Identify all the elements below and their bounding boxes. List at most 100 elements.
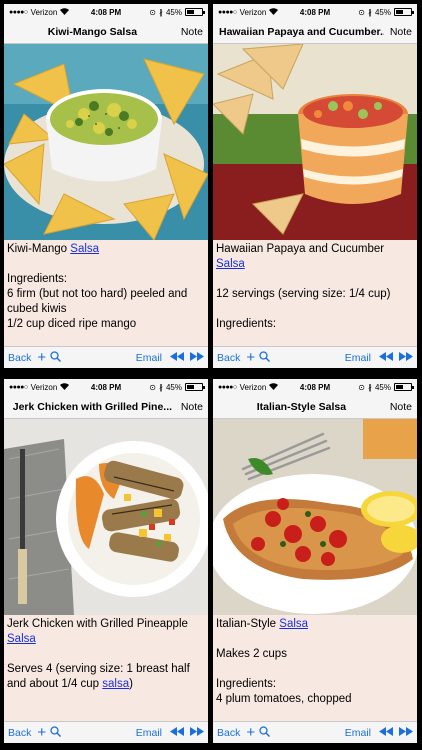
ingredient-line: 6 firm (but not too hard) peeled and cub… bbox=[7, 288, 188, 315]
page-title: Italian-Style Salsa bbox=[256, 400, 347, 413]
recipe-photo bbox=[4, 419, 208, 615]
page-title: Hawaiian Papaya and Cucumber... bbox=[219, 25, 384, 38]
next-icon[interactable] bbox=[399, 351, 413, 364]
recipe-screen-kiwi-mango: ●●●●○ Verizon 4:08 PM ⊙ ∦ 45% Kiwi-Mango… bbox=[4, 4, 208, 368]
status-bar: ●●●●○ Verizon 4:08 PM ⊙ ∦ 45% bbox=[4, 379, 208, 395]
navigation-bar: Kiwi-Mango Salsa Note bbox=[4, 20, 208, 44]
email-button[interactable]: Email bbox=[136, 352, 162, 364]
battery-percent: 45% bbox=[165, 382, 182, 392]
signal-icon: ●●●●○ bbox=[218, 383, 237, 391]
carrier-label: Verizon bbox=[30, 382, 58, 392]
lock-rotation-icon: ⊙ bbox=[358, 382, 365, 392]
salsa-link[interactable]: Salsa bbox=[70, 243, 99, 255]
note-button[interactable]: Note bbox=[390, 26, 412, 38]
servings-line: 12 servings (serving size: 1/4 cup) bbox=[216, 288, 391, 300]
battery-icon bbox=[185, 8, 205, 16]
back-button[interactable]: Back bbox=[8, 352, 31, 364]
ingredient-line: 1/2 cup diced ripe mango bbox=[7, 318, 137, 330]
page-title: Jerk Chicken with Grilled Pine... bbox=[12, 400, 173, 413]
page-title: Kiwi-Mango Salsa bbox=[47, 25, 138, 38]
servings-line: Serves 4 (serving size: 1 breast half an… bbox=[7, 663, 190, 690]
signal-icon: ●●●●○ bbox=[9, 8, 28, 16]
bottom-toolbar: Back + Email bbox=[213, 721, 417, 743]
wifi-icon bbox=[60, 7, 70, 17]
lock-rotation-icon: ⊙ bbox=[149, 382, 156, 392]
ingredients-label: Ingredients: bbox=[216, 678, 277, 690]
wifi-icon bbox=[269, 7, 279, 17]
search-icon[interactable] bbox=[50, 350, 62, 365]
wifi-icon bbox=[269, 382, 279, 392]
status-bar: ●●●●○ Verizon 4:08 PM ⊙ ∦ 45% bbox=[4, 4, 208, 20]
battery-icon bbox=[394, 383, 414, 391]
battery-percent: 45% bbox=[374, 382, 391, 392]
navigation-bar: Jerk Chicken with Grilled Pine... Note bbox=[4, 395, 208, 419]
recipe-screen-hawaiian-papaya: ●●●●○ Verizon 4:08 PM ⊙ ∦ 45% Hawaiian P… bbox=[213, 4, 417, 368]
next-icon[interactable] bbox=[399, 726, 413, 739]
status-bar: ●●●●○ Verizon 4:08 PM ⊙ ∦ 45% bbox=[213, 4, 417, 20]
navigation-bar: Italian-Style Salsa Note bbox=[213, 395, 417, 419]
bottom-toolbar: Back + Email bbox=[4, 721, 208, 743]
note-button[interactable]: Note bbox=[390, 401, 412, 413]
note-button[interactable]: Note bbox=[181, 26, 203, 38]
bottom-toolbar: Back + Email bbox=[213, 346, 417, 368]
back-button[interactable]: Back bbox=[217, 352, 240, 364]
status-bar: ●●●●○ Verizon 4:08 PM ⊙ ∦ 45% bbox=[213, 379, 417, 395]
ingredient-line: 4 plum tomatoes, chopped bbox=[216, 693, 352, 705]
yield-line: Makes 2 cups bbox=[216, 648, 287, 660]
battery-icon bbox=[394, 8, 414, 16]
salsa-link[interactable]: Salsa bbox=[7, 633, 36, 645]
email-button[interactable]: Email bbox=[136, 727, 162, 739]
next-icon[interactable] bbox=[190, 726, 204, 739]
recipe-heading: Italian-Style Salsa bbox=[216, 618, 309, 630]
recipe-content: Italian-Style Salsa Makes 2 cups Ingredi… bbox=[213, 615, 417, 727]
add-icon[interactable]: + bbox=[246, 350, 255, 365]
recipe-screen-jerk-chicken: ●●●●○ Verizon 4:08 PM ⊙ ∦ 45% Jerk Chick… bbox=[4, 379, 208, 743]
salsa-link[interactable]: Salsa bbox=[279, 618, 308, 630]
email-button[interactable]: Email bbox=[345, 727, 371, 739]
next-icon[interactable] bbox=[190, 351, 204, 364]
back-button[interactable]: Back bbox=[217, 727, 240, 739]
back-button[interactable]: Back bbox=[8, 727, 31, 739]
recipe-heading: Kiwi-Mango Salsa bbox=[7, 243, 100, 255]
recipe-content: Hawaiian Papaya and Cucumber Salsa 12 se… bbox=[213, 240, 417, 352]
search-icon[interactable] bbox=[259, 350, 271, 365]
signal-icon: ●●●●○ bbox=[9, 383, 28, 391]
wifi-icon bbox=[60, 382, 70, 392]
recipe-heading: Jerk Chicken with Grilled Pineapple Sals… bbox=[7, 618, 188, 645]
battery-percent: 45% bbox=[374, 7, 391, 17]
bluetooth-icon: ∦ bbox=[367, 382, 372, 392]
previous-icon[interactable] bbox=[170, 726, 184, 739]
recipe-content: Jerk Chicken with Grilled Pineapple Sals… bbox=[4, 615, 208, 727]
note-button[interactable]: Note bbox=[181, 401, 203, 413]
bluetooth-icon: ∦ bbox=[367, 7, 372, 17]
add-icon[interactable]: + bbox=[37, 725, 46, 740]
search-icon[interactable] bbox=[50, 725, 62, 740]
recipe-heading: Hawaiian Papaya and Cucumber Salsa bbox=[216, 243, 385, 270]
carrier-label: Verizon bbox=[239, 7, 267, 17]
recipe-screen-italian-style: ●●●●○ Verizon 4:08 PM ⊙ ∦ 45% Italian-St… bbox=[213, 379, 417, 743]
add-icon[interactable]: + bbox=[37, 350, 46, 365]
lock-rotation-icon: ⊙ bbox=[149, 7, 156, 17]
recipe-photo bbox=[213, 419, 417, 615]
carrier-label: Verizon bbox=[30, 7, 58, 17]
battery-percent: 45% bbox=[165, 7, 182, 17]
lock-rotation-icon: ⊙ bbox=[358, 7, 365, 17]
recipe-content: Kiwi-Mango Salsa Ingredients: 6 firm (bu… bbox=[4, 240, 208, 352]
navigation-bar: Hawaiian Papaya and Cucumber... Note bbox=[213, 20, 417, 44]
search-icon[interactable] bbox=[259, 725, 271, 740]
salsa-link[interactable]: salsa bbox=[102, 678, 129, 690]
previous-icon[interactable] bbox=[379, 726, 393, 739]
salsa-link[interactable]: Salsa bbox=[216, 258, 245, 270]
bottom-toolbar: Back + Email bbox=[4, 346, 208, 368]
add-icon[interactable]: + bbox=[246, 725, 255, 740]
ingredients-label: Ingredients: bbox=[216, 318, 277, 330]
ingredients-label: Ingredients: bbox=[7, 273, 68, 285]
recipe-photo bbox=[213, 44, 417, 240]
email-button[interactable]: Email bbox=[345, 352, 371, 364]
previous-icon[interactable] bbox=[379, 351, 393, 364]
battery-icon bbox=[185, 383, 205, 391]
previous-icon[interactable] bbox=[170, 351, 184, 364]
signal-icon: ●●●●○ bbox=[218, 8, 237, 16]
carrier-label: Verizon bbox=[239, 382, 267, 392]
bluetooth-icon: ∦ bbox=[158, 382, 163, 392]
